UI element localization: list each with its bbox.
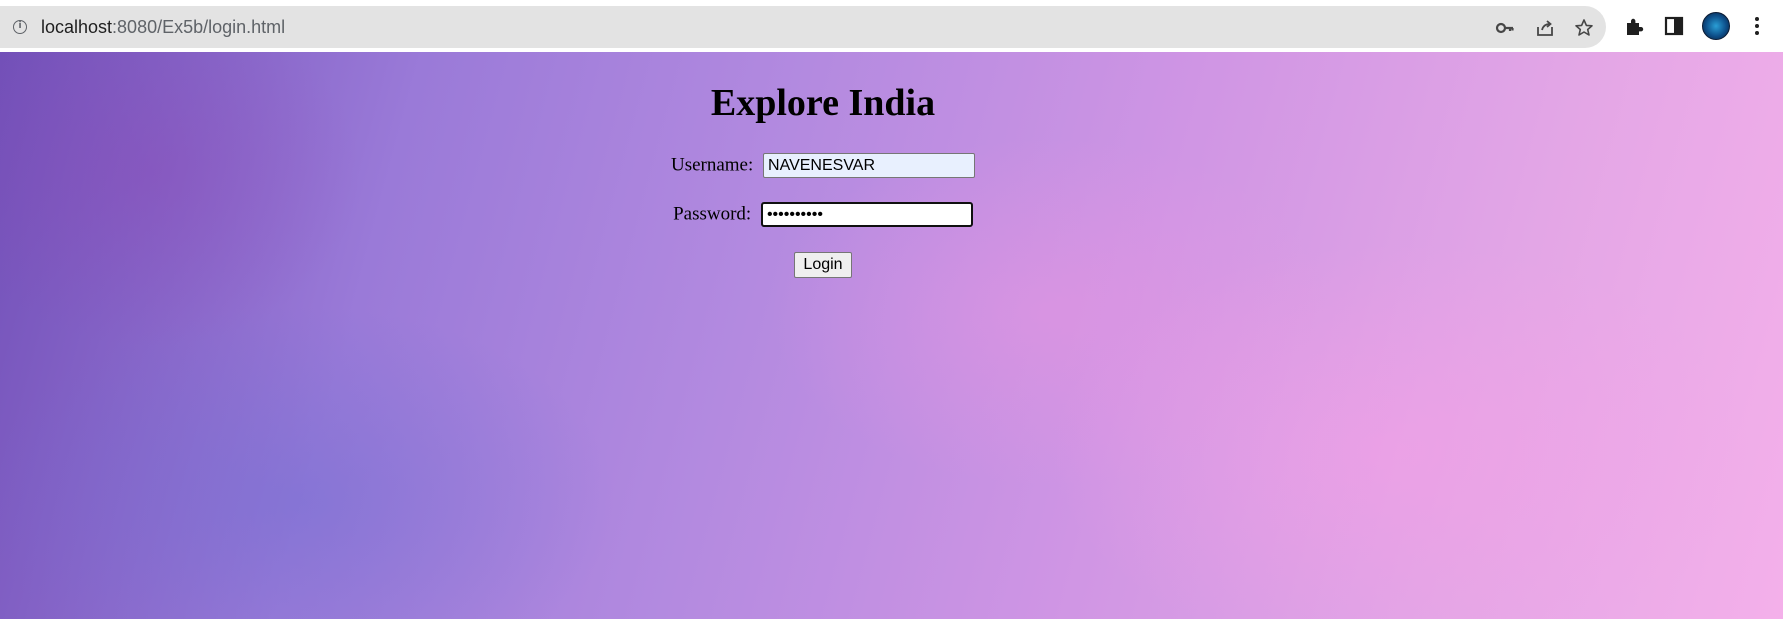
profile-avatar[interactable]: [1702, 12, 1730, 40]
info-icon[interactable]: i: [13, 20, 27, 34]
username-row: Username:: [0, 153, 1646, 179]
browser-toolbar: i localhost:8080/Ex5b/login.html: [0, 0, 1783, 52]
menu-icon[interactable]: [1745, 14, 1769, 38]
url-host: localhost: [41, 17, 113, 37]
password-input[interactable]: [760, 202, 973, 228]
password-row: Password:: [0, 202, 1646, 228]
page-title: Explore India: [710, 82, 936, 124]
side-panel-icon[interactable]: [1662, 14, 1686, 38]
button-row: Login: [0, 252, 1646, 278]
page-content: Explore India Username: Password: Login: [0, 52, 1783, 619]
share-icon[interactable]: [1535, 18, 1555, 38]
password-label: Password:: [673, 203, 752, 225]
key-icon[interactable]: [1495, 18, 1515, 38]
url-path: :8080/Ex5b/login.html: [112, 17, 286, 37]
login-button[interactable]: Login: [794, 252, 852, 278]
username-input[interactable]: [763, 153, 976, 179]
extensions-icon[interactable]: [1623, 14, 1647, 38]
username-label: Username:: [670, 154, 754, 176]
address-bar[interactable]: i localhost:8080/Ex5b/login.html: [0, 6, 1606, 48]
url-text[interactable]: localhost:8080/Ex5b/login.html: [41, 16, 285, 38]
star-icon[interactable]: [1574, 18, 1594, 38]
